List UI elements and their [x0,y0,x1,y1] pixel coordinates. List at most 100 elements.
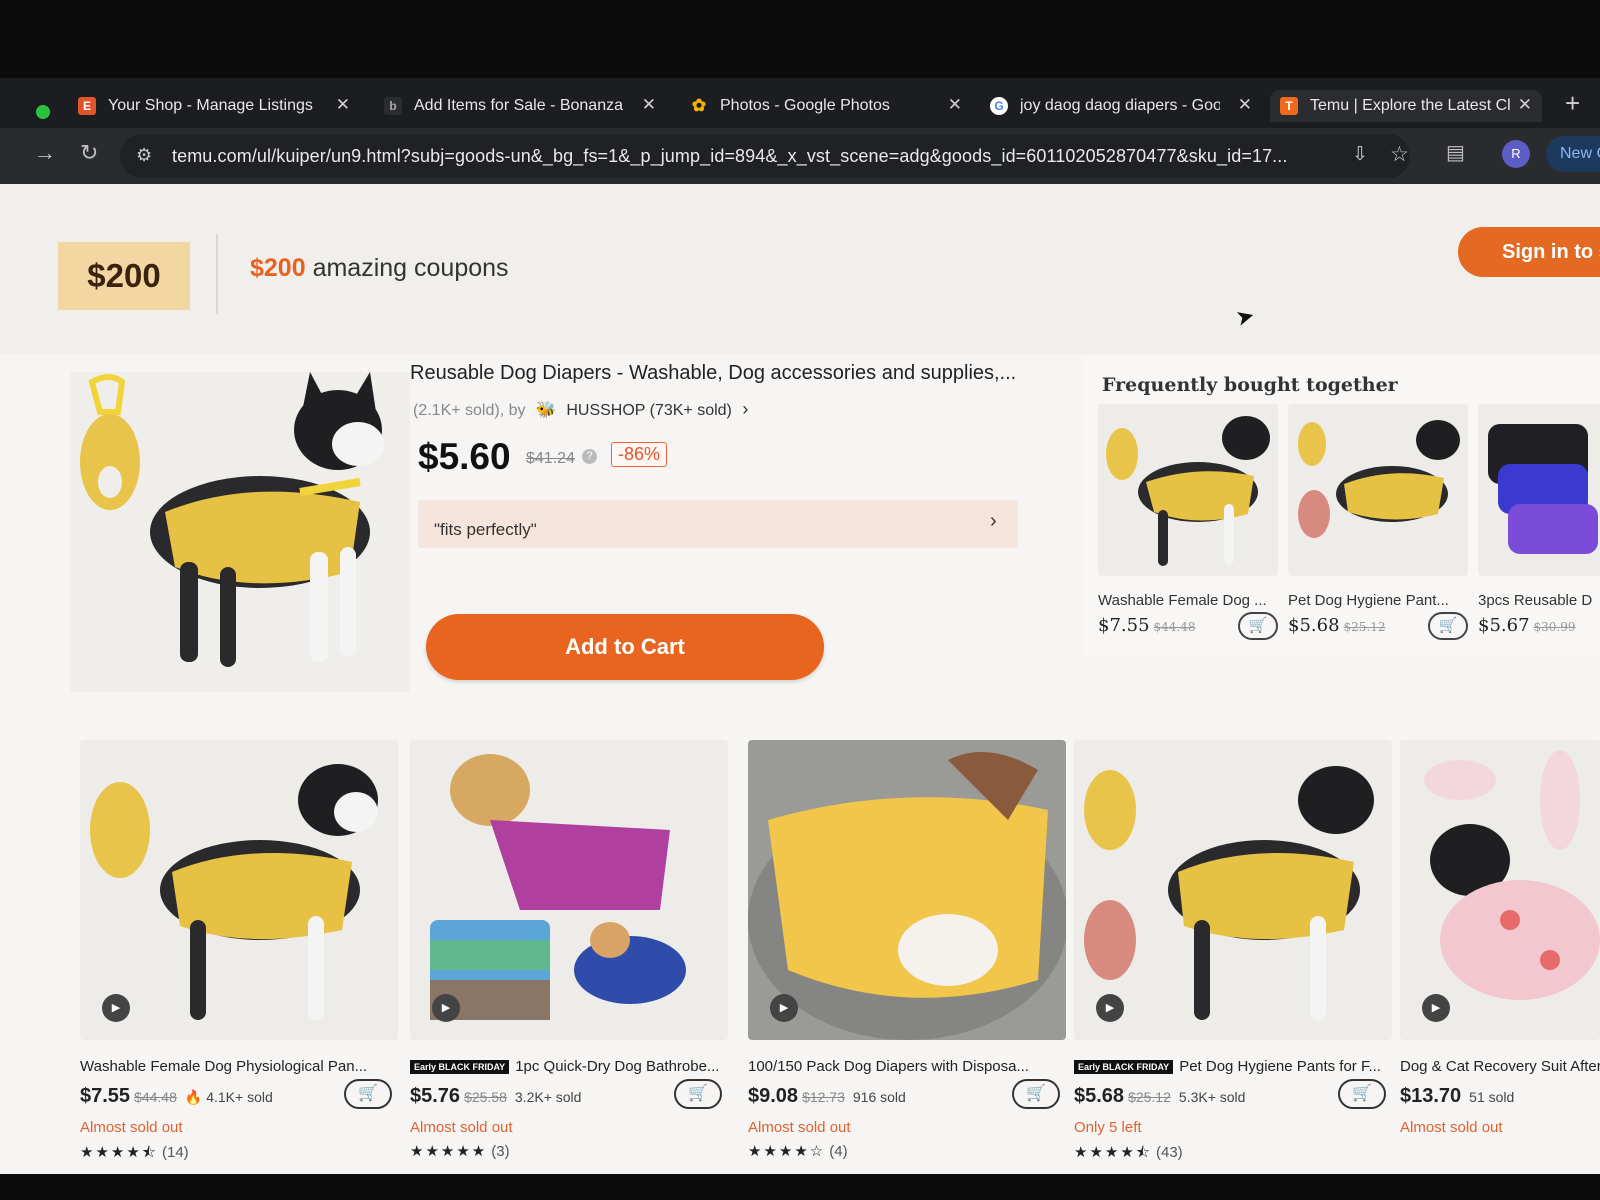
banner-divider [216,234,218,314]
laptop-bezel [0,1174,1600,1200]
add-to-cart-icon[interactable]: 🛒 [1428,612,1468,640]
grid-product-card[interactable]: ▶ Dog & Cat Recovery Suit After Su $13.7… [1400,740,1600,1136]
grid-product-name[interactable]: Washable Female Dog Physiological Pan... [80,1058,398,1075]
fbt-item[interactable]: Washable Female Dog ... $7.55 $44.48 🛒 [1098,404,1278,640]
grid-product-card[interactable]: ▶ 100/150 Pack Dog Diapers with Disposa.… [748,740,1066,1160]
grid-product-image[interactable]: ▶ [1074,740,1392,1040]
play-video-icon[interactable]: ▶ [770,994,798,1022]
grid-product-image[interactable]: ▶ [410,740,728,1040]
etsy-favicon-icon: E [78,97,96,115]
add-to-cart-icon[interactable]: 🛒 [1338,1079,1386,1109]
dog-hygiene-pants-thumb [1298,420,1460,538]
grid-product-image[interactable]: ▶ [80,740,398,1040]
grid-product-name[interactable]: Early BLACK FRIDAY Pet Dog Hygiene Pants … [1074,1058,1392,1075]
seller-link[interactable]: HUSSHOP (73K+ sold) [566,402,732,419]
reading-mode-icon[interactable]: ▤ [1446,140,1465,165]
early-black-friday-badge: Early BLACK FRIDAY [410,1059,510,1074]
review-count: (14) [162,1144,189,1161]
fbt-item-image[interactable] [1478,404,1600,576]
coupon-amount-inline: $200 [250,254,306,282]
rating-stars: ★★★★⯪ [80,1144,158,1161]
grid-original-price: $44.48 [134,1089,177,1105]
dog-disposable-diaper-image [748,740,1066,1040]
star-rating: ★★★★☆ (4) [748,1142,1066,1160]
grid-price: $5.68 [1074,1085,1125,1107]
add-to-cart-button[interactable]: Add to Cart [426,614,824,680]
play-video-icon[interactable]: ▶ [432,994,460,1022]
reload-icon[interactable]: ↻ [80,140,98,166]
grid-product-title: Washable Female Dog Physiological Pan... [80,1058,368,1075]
add-to-cart-icon[interactable]: 🛒 [344,1079,392,1109]
grid-product-name[interactable]: Dog & Cat Recovery Suit After Su [1400,1058,1600,1075]
google-favicon-icon: G [990,97,1008,115]
grid-product-title: 100/150 Pack Dog Diapers with Disposa... [748,1058,1029,1075]
product-title[interactable]: Reusable Dog Diapers - Washable, Dog acc… [410,362,1016,385]
fbt-title: Frequently bought together [1102,374,1398,396]
add-to-cart-icon[interactable]: 🛒 [1238,612,1278,640]
coupon-banner: $200 $200 amazing coupons Sign in to s ➤ [0,184,1600,354]
stock-status: Almost sold out [80,1119,183,1136]
dog-bathrobe-image [430,754,686,1020]
add-to-cart-icon[interactable]: 🛒 [674,1079,722,1109]
new-tab-icon[interactable]: + [1565,88,1580,119]
review-snippet-bar[interactable]: "fits perfectly" › [418,500,1018,548]
stock-status: Almost sold out [1400,1119,1503,1136]
close-tab-icon[interactable]: ✕ [642,95,656,115]
site-settings-icon[interactable]: ⚙ [136,145,152,166]
tab-label: joy daog daog diapers - Goo [1020,97,1220,114]
chevron-right-icon[interactable]: › [742,399,748,419]
fbt-item-name[interactable]: Pet Dog Hygiene Pant... [1288,592,1468,609]
grid-product-card[interactable]: ▶ Washable Female Dog Physiological Pan.… [80,740,398,1167]
grid-original-price: $25.12 [1128,1089,1171,1105]
tab-bonanza[interactable]: b Add Items for Sale - Bonanza ✕ [384,90,656,122]
url-text[interactable]: temu.com/ul/kuiper/un9.html?subj=goods-u… [172,146,1322,167]
tab-etsy[interactable]: E Your Shop - Manage Listings ✕ [78,90,350,122]
tab-google-photos[interactable]: ✿ Photos - Google Photos ✕ [690,90,962,122]
fbt-item-image[interactable] [1098,404,1278,576]
fbt-item-image[interactable] [1288,404,1468,576]
close-tab-icon[interactable]: ✕ [948,95,962,115]
fbt-item-name[interactable]: Washable Female Dog ... [1098,592,1278,609]
tab-label: Add Items for Sale - Bonanza [414,97,623,114]
grid-product-image[interactable]: ▶ [1400,740,1600,1040]
bookmark-star-icon[interactable]: ☆ [1390,142,1409,167]
grid-product-name[interactable]: Early BLACK FRIDAY 1pc Quick-Dry Dog Bath… [410,1058,728,1075]
install-app-icon[interactable]: ⇩ [1352,143,1368,166]
fbt-item[interactable]: 3pcs Reusable D $5.67 $30.99 [1478,404,1600,636]
temu-page: $200 $200 amazing coupons Sign in to s ➤ [0,184,1600,1174]
main-product-image[interactable] [70,372,410,692]
window-zoom-button[interactable] [36,105,50,119]
rating-stars: ★★★★⯪ [1074,1144,1152,1161]
sign-in-button[interactable]: Sign in to s [1458,227,1600,277]
close-tab-icon[interactable]: ✕ [336,95,350,115]
tab-temu[interactable]: T Temu | Explore the Latest Clo ✕ [1270,90,1542,122]
grid-product-image[interactable]: ▶ [748,740,1066,1040]
fbt-item[interactable]: Pet Dog Hygiene Pant... $5.68 $25.12 🛒 [1288,404,1468,640]
new-chrome-available-button[interactable]: New C [1546,136,1600,172]
close-tab-icon[interactable]: ✕ [1238,95,1252,115]
play-video-icon[interactable]: ▶ [102,994,130,1022]
tab-google-search[interactable]: G joy daog daog diapers - Goo ✕ [990,90,1252,122]
star-rating: ★★★★⯪ (43) [1074,1142,1392,1167]
coupon-amount-badge[interactable]: $200 [58,242,190,310]
grid-price-row: $13.70 51 sold [1400,1085,1600,1115]
grid-price: $7.55 [80,1085,131,1107]
grid-product-card[interactable]: ▶ Early BLACK FRIDAY Pet Dog Hygiene Pant… [1074,740,1392,1167]
grid-product-title: 1pc Quick-Dry Dog Bathrobe... [515,1058,720,1075]
price-info-icon[interactable]: ? [582,449,597,464]
sold-count: (2.1K+ sold), by [413,402,526,419]
fbt-item-price: $5.67 $30.99 [1478,615,1600,636]
grid-price-row: $7.55 $44.48 🔥 4.1K+ sold 🛒 [80,1079,398,1115]
play-video-icon[interactable]: ▶ [1096,994,1124,1022]
close-tab-icon[interactable]: ✕ [1518,95,1532,115]
fbt-item-name[interactable]: 3pcs Reusable D [1478,592,1600,609]
add-to-cart-icon[interactable]: 🛒 [1012,1079,1060,1109]
grid-product-name[interactable]: 100/150 Pack Dog Diapers with Disposa... [748,1058,1066,1075]
profile-avatar[interactable]: R [1502,140,1530,168]
play-video-icon[interactable]: ▶ [1422,994,1450,1022]
fbt-original-price: $25.12 [1343,620,1386,634]
address-bar[interactable]: ⚙ temu.com/ul/kuiper/un9.html?subj=goods… [120,134,1410,178]
fbt-price-value: $5.67 [1478,615,1530,636]
grid-product-card[interactable]: ▶ Early BLACK FRIDAY 1pc Quick-Dry Dog Ba… [410,740,728,1160]
forward-icon[interactable]: → [34,140,56,166]
